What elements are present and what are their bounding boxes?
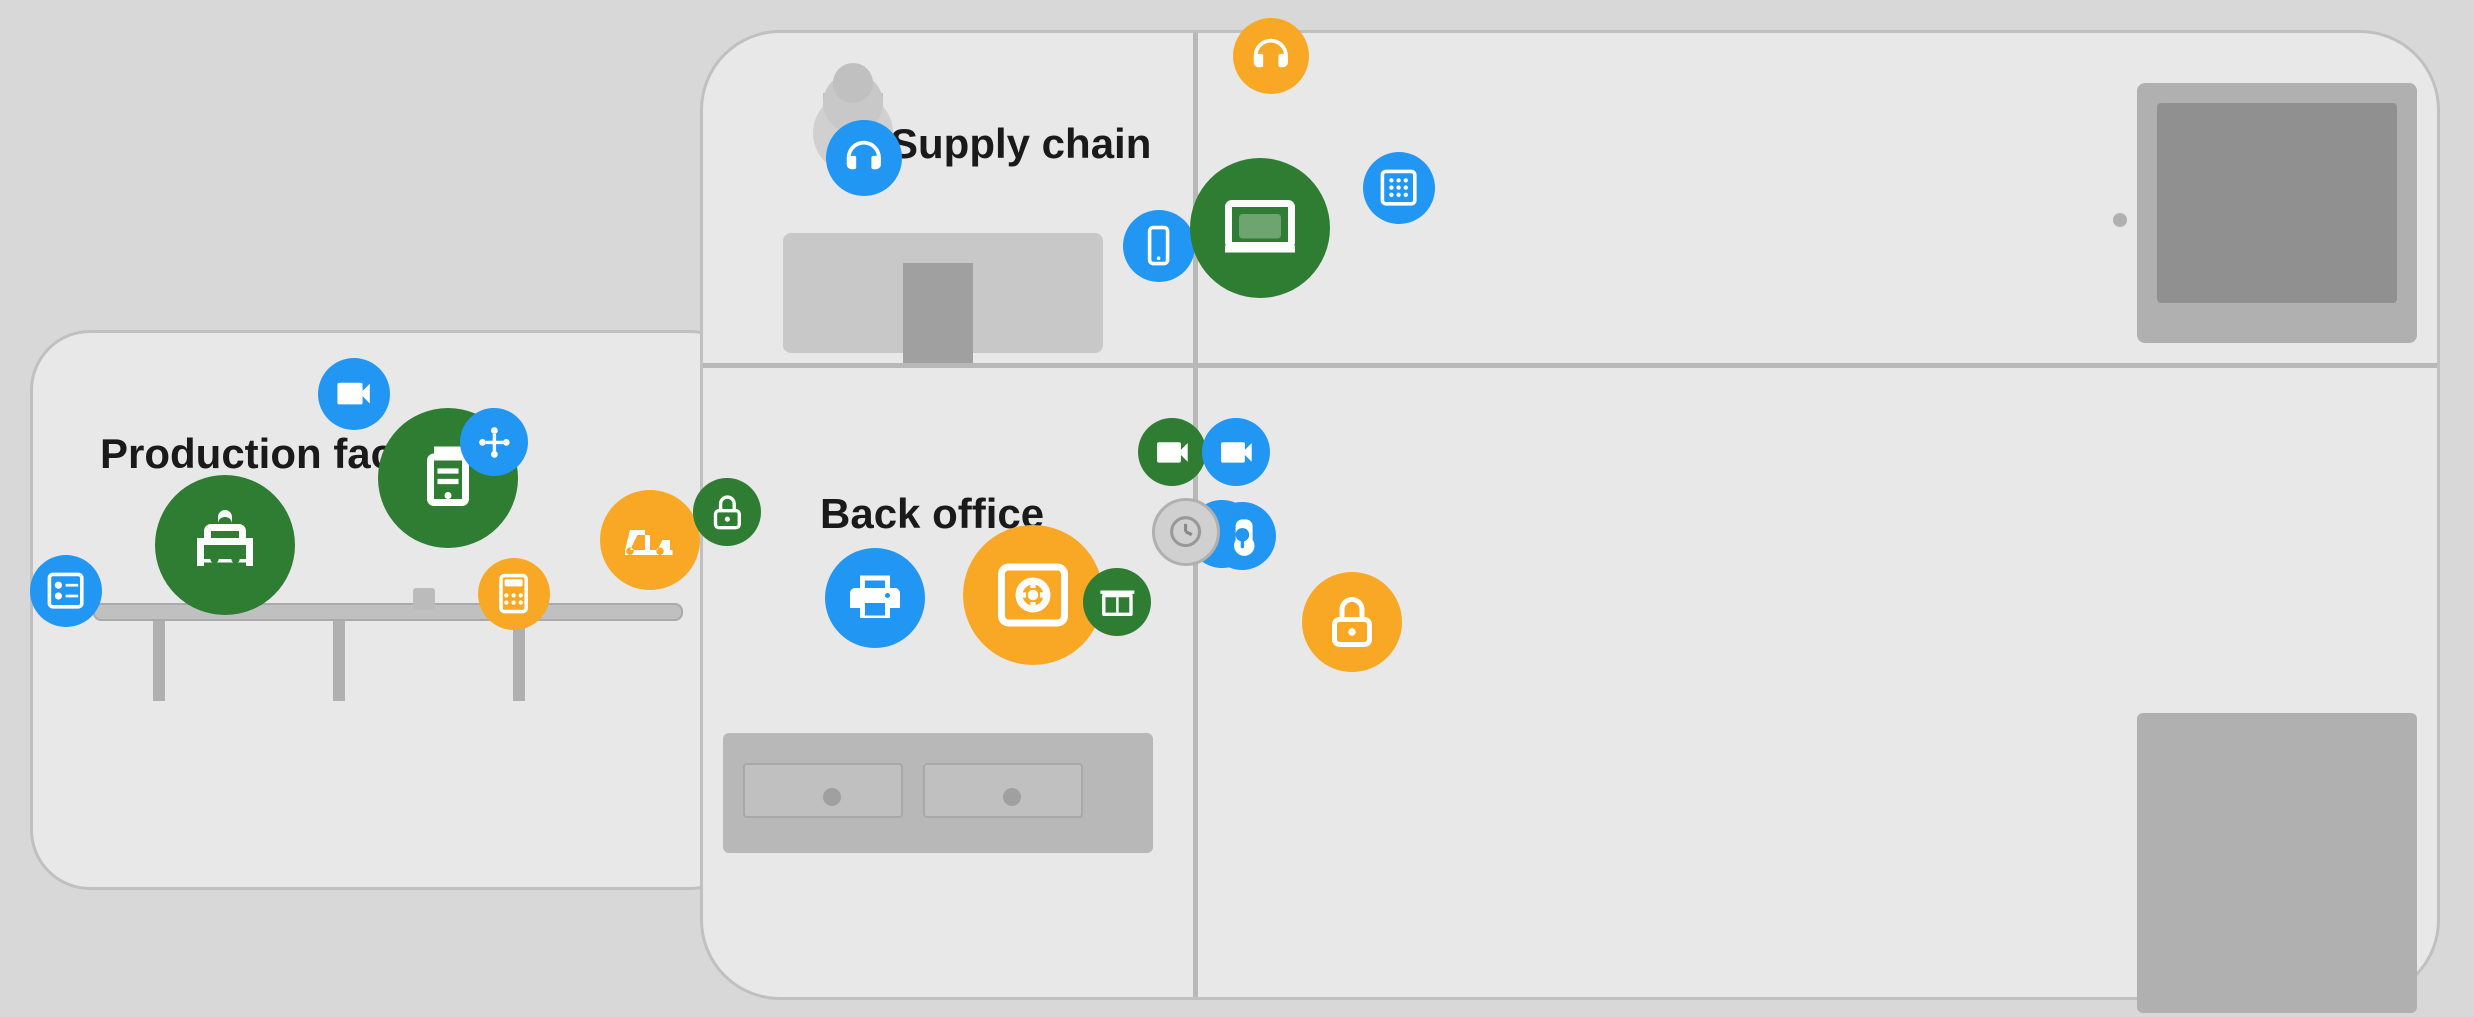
sc-phone-icon[interactable]	[1123, 210, 1195, 282]
sc-keypad-icon[interactable]	[1363, 152, 1435, 224]
conveyor-support	[513, 621, 525, 701]
bo-printer-icon[interactable]	[825, 548, 925, 648]
conveyor-belt	[93, 603, 683, 621]
sc-headset-blue-icon[interactable]	[826, 120, 902, 196]
conveyor-support	[153, 621, 165, 701]
sc-laptop-icon[interactable]	[1190, 158, 1330, 298]
right-cabinet	[2137, 713, 2417, 1013]
sc-lock-icon[interactable]	[1302, 572, 1402, 672]
prod-panel-icon[interactable]	[30, 555, 102, 627]
door	[903, 263, 973, 363]
prod-connector-icon[interactable]	[460, 408, 528, 476]
bo-access-icon[interactable]	[693, 478, 761, 546]
building-production	[30, 330, 750, 890]
supply-chain-label: Supply chain	[890, 120, 1151, 168]
bo-box-icon[interactable]	[1083, 568, 1151, 636]
conveyor-support	[333, 621, 345, 701]
conveyor-item	[413, 588, 435, 610]
floor-divider	[703, 363, 2437, 368]
prod-forklift-icon[interactable]	[600, 490, 700, 590]
screen-display	[2157, 103, 2397, 303]
sc-camera3-icon[interactable]	[1202, 418, 1270, 486]
filing-cabinet	[723, 733, 1153, 853]
sc-headset-gold-icon[interactable]	[1233, 18, 1309, 94]
prod-calculator-icon[interactable]	[478, 558, 550, 630]
clock-decoration	[1152, 498, 1220, 566]
bo-safe-icon[interactable]	[963, 525, 1103, 665]
prod-camera-icon[interactable]	[318, 358, 390, 430]
prod-robot-icon[interactable]	[155, 475, 295, 615]
wall-element	[2113, 213, 2127, 227]
bo-camera2-icon[interactable]	[1138, 418, 1206, 486]
